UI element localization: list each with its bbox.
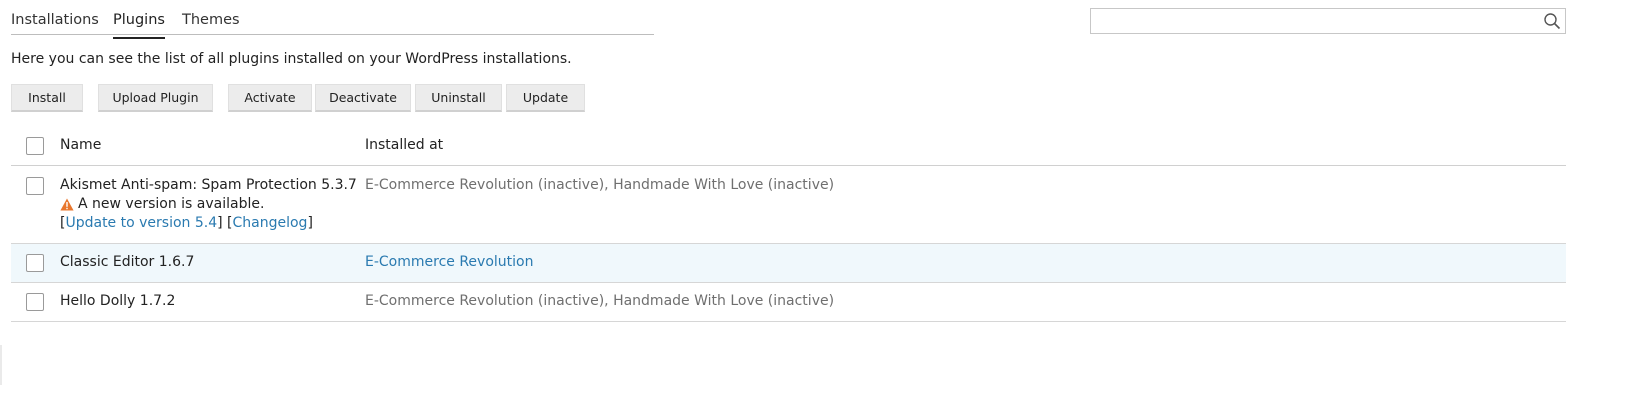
install-button[interactable]: Install [11, 84, 83, 112]
uninstall-button[interactable]: Uninstall [415, 84, 502, 112]
update-version-link[interactable]: Update to version 5.4 [65, 215, 217, 231]
row-checkbox[interactable] [26, 293, 44, 311]
table-row: Akismet Anti-spam: Spam Protection 5.3.7… [11, 166, 1566, 244]
installed-at: E-Commerce Revolution (inactive), Handma… [365, 177, 835, 193]
select-all-checkbox[interactable] [26, 137, 44, 155]
plugin-name: Akismet Anti-spam: Spam Protection 5.3.7 [60, 177, 357, 193]
installed-at-link[interactable]: E-Commerce Revolution [365, 254, 533, 270]
activate-button[interactable]: Activate [228, 84, 312, 112]
changelog-link[interactable]: Changelog [233, 215, 308, 231]
plugin-name: Classic Editor 1.6.7 [60, 254, 195, 270]
update-links: [Update to version 5.4] [Changelog] [60, 215, 313, 231]
installed-at: E-Commerce Revolution (inactive), Handma… [365, 293, 835, 309]
page-description: Here you can see the list of all plugins… [11, 51, 572, 67]
row-checkbox[interactable] [26, 254, 44, 272]
row-checkbox[interactable] [26, 177, 44, 195]
warning-icon [60, 198, 74, 210]
panel-edge [0, 345, 2, 385]
column-header-name[interactable]: Name [60, 137, 101, 153]
update-button[interactable]: Update [506, 84, 585, 112]
tab-themes[interactable]: Themes [182, 12, 240, 28]
update-notice: A new version is available. [60, 196, 264, 212]
plugin-name: Hello Dolly 1.7.2 [60, 293, 176, 309]
search-input[interactable] [1090, 8, 1566, 34]
tab-bar: Installations Plugins Themes [11, 0, 654, 39]
tab-installations[interactable]: Installations [11, 12, 99, 28]
table-row: Classic Editor 1.6.7 E-Commerce Revoluti… [11, 244, 1566, 283]
search-icon[interactable] [1543, 12, 1561, 30]
table-row: Hello Dolly 1.7.2 E-Commerce Revolution … [11, 283, 1566, 322]
column-header-installed-at[interactable]: Installed at [365, 137, 443, 153]
upload-plugin-button[interactable]: Upload Plugin [98, 84, 213, 112]
deactivate-button[interactable]: Deactivate [315, 84, 411, 112]
table-header: Name Installed at [11, 126, 1566, 166]
tab-plugins[interactable]: Plugins [113, 12, 165, 39]
notice-text: A new version is available. [78, 196, 265, 212]
